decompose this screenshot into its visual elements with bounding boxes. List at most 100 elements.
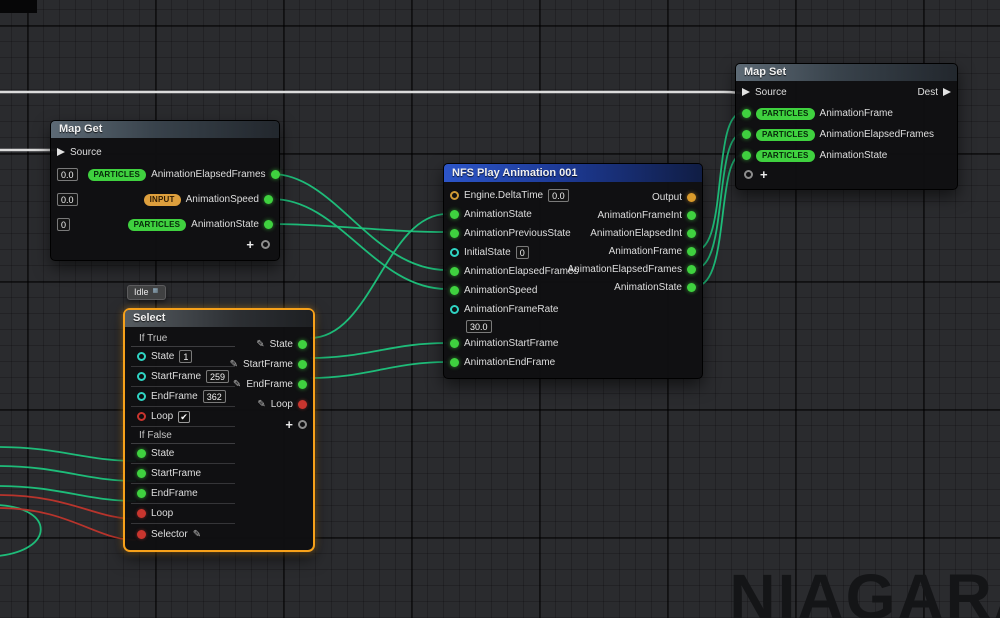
default-value-box[interactable]: 0 <box>515 246 529 259</box>
node-nfs-play-animation[interactable]: NFS Play Animation 001 Engine.DeltaTime … <box>443 163 703 379</box>
attribute-label: AnimationElapsedFrames <box>819 129 935 140</box>
input-pin-initialstate[interactable] <box>450 248 459 257</box>
exec-dest-pin[interactable] <box>943 88 951 96</box>
input-pin[interactable] <box>742 151 751 160</box>
output-label: AnimationElapsedFrames <box>567 263 683 275</box>
grid-mini-icon: ▦ <box>152 288 159 294</box>
output-pin[interactable] <box>298 359 307 369</box>
wire-animationspeed[interactable] <box>271 198 448 290</box>
output-pin-loop[interactable] <box>298 399 307 409</box>
input-pin[interactable] <box>450 229 459 238</box>
attribute-label: AnimationSpeed <box>185 194 259 205</box>
input-pin[interactable] <box>742 130 751 139</box>
default-value-box[interactable]: 0.0 <box>57 168 78 181</box>
wire-selector[interactable] <box>0 507 137 541</box>
nfs-output-row: AnimationFrame <box>562 242 703 260</box>
wire-false-loop[interactable] <box>0 494 137 520</box>
input-pin[interactable] <box>450 267 459 276</box>
input-pin[interactable] <box>137 392 146 401</box>
output-pin[interactable] <box>687 246 696 256</box>
edit-pencil-icon[interactable]: ✎ <box>233 379 241 390</box>
input-pin-deltatime[interactable] <box>450 191 459 200</box>
map-get-row: 0 PARTICLES AnimationState <box>51 212 279 237</box>
input-pin[interactable] <box>137 489 146 498</box>
output-label: AnimationFrame <box>608 245 682 257</box>
select-output-row: ✎ EndFrame <box>224 374 313 394</box>
nfs-output-row: Output <box>562 188 703 206</box>
input-pin[interactable] <box>450 339 459 348</box>
default-value-box[interactable]: 0 <box>57 218 71 231</box>
edit-pencil-icon[interactable]: ✎ <box>230 359 238 370</box>
output-pin[interactable] <box>687 210 696 220</box>
input-pin[interactable] <box>137 449 146 458</box>
edit-pencil-icon[interactable]: ✎ <box>257 399 265 410</box>
input-pin[interactable] <box>137 469 146 478</box>
edit-pencil-icon[interactable]: ✎ <box>256 339 264 350</box>
exec-source-pin[interactable] <box>57 148 65 156</box>
value-box[interactable]: 1 <box>179 350 193 363</box>
select-outputs-column: ✎ State ✎ StartFrame ✎ EndFrame ✎ Loop + <box>224 334 313 434</box>
input-pin[interactable] <box>450 210 459 219</box>
input-pin-loop[interactable] <box>137 412 146 421</box>
loop-checkbox[interactable] <box>178 410 191 423</box>
wire-false-state[interactable] <box>0 446 137 462</box>
attribute-label: AnimationElapsedFrames <box>151 169 266 180</box>
input-pin[interactable] <box>450 286 459 295</box>
default-value-box[interactable]: 0.0 <box>57 193 78 206</box>
output-pin[interactable] <box>264 220 273 229</box>
output-pin[interactable] <box>687 282 696 292</box>
namespace-badge-input: INPUT <box>143 193 181 206</box>
wire-select-endframe[interactable] <box>309 361 448 379</box>
select-true-row: Loop <box>131 407 235 427</box>
output-pin[interactable] <box>687 264 696 274</box>
attribute-label: AnimationFrame <box>819 108 893 119</box>
node-nfs-header[interactable]: NFS Play Animation 001 <box>444 164 702 182</box>
node-map-set[interactable]: Map Set Source Dest PARTICLES AnimationF… <box>735 63 958 190</box>
nfs-input-subrow: 30.0 <box>444 319 702 334</box>
input-label: AnimationSpeed <box>464 285 538 296</box>
node-select-header[interactable]: Select <box>125 310 313 327</box>
input-pin[interactable] <box>137 372 146 381</box>
node-map-get-header[interactable]: Map Get <box>51 121 279 138</box>
wire-select-startframe[interactable] <box>309 342 448 359</box>
wire-false-endframe[interactable] <box>0 485 137 502</box>
input-pin[interactable] <box>137 352 146 361</box>
value-box[interactable]: 362 <box>202 390 226 403</box>
node-select[interactable]: Select If True State 1 StartFrame 259 En… <box>123 308 315 552</box>
exec-source-pin[interactable] <box>742 88 750 96</box>
output-pin[interactable] <box>298 339 307 349</box>
pin-options-icon[interactable] <box>744 170 753 179</box>
input-pin-framerate[interactable] <box>450 305 459 314</box>
nfs-outputs-column: Output AnimationFrameInt AnimationElapse… <box>562 188 703 296</box>
output-pin-output[interactable] <box>687 192 696 202</box>
pin-options-icon[interactable] <box>261 240 270 249</box>
select-false-row: State <box>131 444 235 464</box>
default-value-box[interactable]: 30.0 <box>466 320 492 333</box>
input-label: State <box>151 448 175 459</box>
input-pin-loop[interactable] <box>137 509 146 518</box>
wire-exec-to-map-set[interactable] <box>0 90 743 95</box>
output-pin[interactable] <box>687 228 696 238</box>
pin-options-icon[interactable] <box>298 419 307 429</box>
comment-bubble-idle: Idle ▦ <box>127 285 167 300</box>
selector-pin[interactable] <box>137 529 146 539</box>
add-pin-button[interactable]: + <box>285 418 293 431</box>
source-label: Source <box>70 146 102 158</box>
namespace-badge-particles: PARTICLES <box>87 168 147 181</box>
add-pin-button[interactable]: + <box>760 168 768 181</box>
nfs-input-row: AnimationFrameRate <box>444 300 702 319</box>
map-set-row: PARTICLES AnimationFrame <box>736 103 957 124</box>
output-pin[interactable] <box>298 379 307 389</box>
output-pin[interactable] <box>264 195 273 204</box>
output-pin[interactable] <box>270 170 280 179</box>
wire-corner-arc[interactable] <box>0 504 42 557</box>
input-pin[interactable] <box>742 109 751 118</box>
wire-false-startframe[interactable] <box>0 465 137 482</box>
node-map-get[interactable]: Map Get Source 0.0 PARTICLES AnimationEl… <box>50 120 280 261</box>
edit-pencil-icon[interactable]: ✎ <box>193 529 201 540</box>
wire-select-state[interactable] <box>309 213 448 339</box>
niagara-graph-canvas[interactable]: NIAGARA Map Get Source <box>0 0 1000 618</box>
add-pin-button[interactable]: + <box>246 238 254 251</box>
input-pin[interactable] <box>450 358 459 367</box>
node-map-set-header[interactable]: Map Set <box>736 64 957 81</box>
